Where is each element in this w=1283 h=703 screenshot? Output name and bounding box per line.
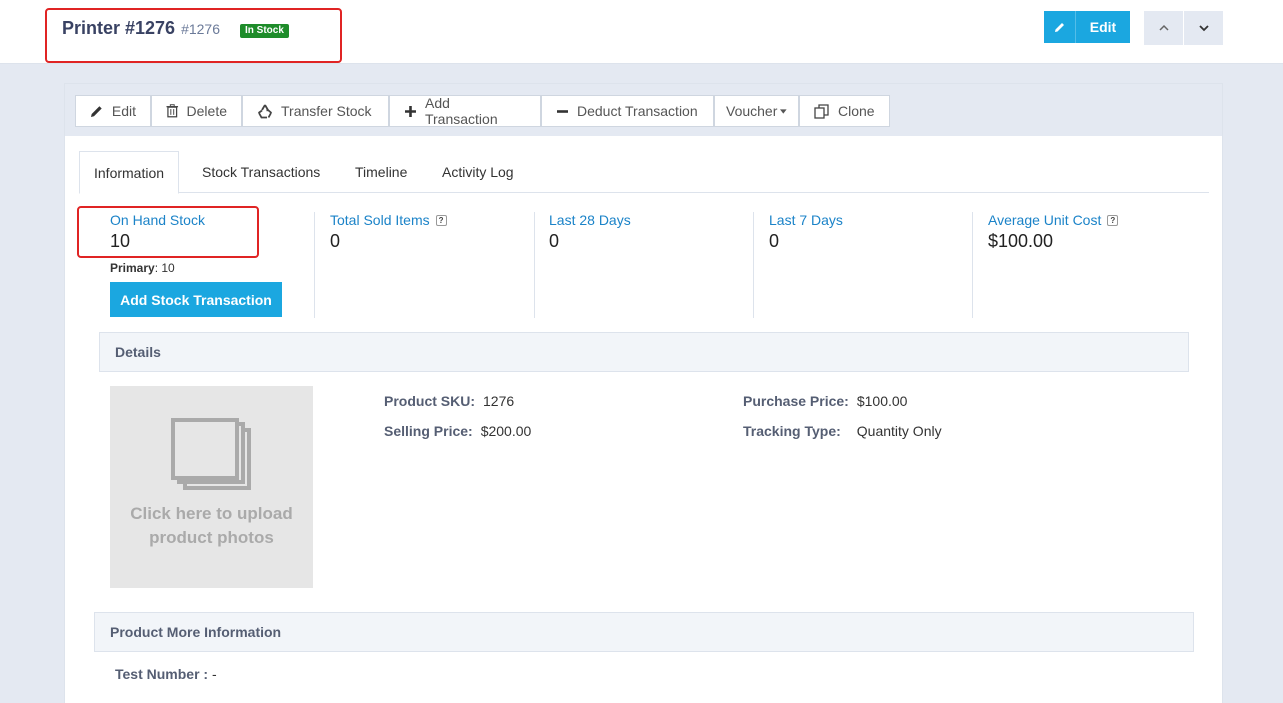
tracking-type-field: Tracking Type: Quantity Only (743, 423, 942, 439)
voucher-label: Voucher (726, 103, 778, 119)
add-transaction-button[interactable]: Add Transaction (389, 95, 541, 127)
photo-upload-text: Click here to upload product photos (130, 502, 292, 550)
purchase-price-field: Purchase Price: $100.00 (743, 393, 907, 409)
product-id: #1276 (181, 21, 221, 37)
help-icon[interactable]: ? (1107, 214, 1119, 226)
stat-last-7-days: Last 7 Days 0 (769, 212, 843, 252)
purchase-price-label: Purchase Price: (743, 393, 849, 409)
tab-information[interactable]: Information (79, 151, 180, 194)
divider (314, 212, 315, 318)
details-heading: Details (99, 332, 1189, 372)
purchase-price-value: $100.00 (856, 393, 908, 409)
product-sku-label: Product SKU: (384, 393, 475, 409)
transfer-stock-label: Transfer Stock (281, 103, 372, 119)
test-number-value: - (208, 666, 217, 682)
tab-activity-log[interactable]: Activity Log (442, 151, 514, 193)
page-title: Printer #1276 (62, 18, 176, 38)
add-stock-transaction-button[interactable]: Add Stock Transaction (110, 282, 282, 317)
pencil-icon (90, 106, 102, 117)
tab-bar: Information Stock Transactions Timeline … (79, 151, 1209, 194)
tracking-type-label: Tracking Type: (743, 423, 841, 439)
photo-upload-area[interactable]: Click here to upload product photos (110, 386, 313, 588)
trash-icon (166, 104, 179, 118)
stat-label[interactable]: Last 28 Days (549, 212, 631, 228)
previous-record-button[interactable] (1144, 11, 1183, 45)
tab-timeline-label: Timeline (355, 164, 408, 180)
plus-icon (404, 105, 416, 117)
page-header: Printer #1276 #1276 In Stock Edit (0, 0, 1283, 64)
stat-label[interactable]: Average Unit Cost? (988, 212, 1119, 228)
test-number-label: Test Number : (115, 666, 209, 682)
pencil-icon (1044, 11, 1076, 43)
main-panel: Edit Delete Transfer Stock Add Transacti… (64, 83, 1223, 703)
delete-label: Delete (186, 103, 227, 119)
help-icon[interactable]: ? (435, 214, 447, 226)
status-badge: In Stock (240, 24, 289, 38)
tab-stock-transactions-label: Stock Transactions (202, 164, 321, 180)
stat-label-text: Last 7 Days (769, 212, 843, 228)
primary-stock: Primary: 10 (110, 261, 175, 275)
stat-value: 0 (330, 231, 341, 251)
tab-stock-transactions[interactable]: Stock Transactions (202, 151, 320, 193)
stat-label-text: Average Unit Cost (988, 212, 1102, 228)
deduct-transaction-button[interactable]: Deduct Transaction (541, 95, 714, 127)
clone-icon (814, 103, 829, 119)
stat-label-text: On Hand Stock (110, 212, 205, 228)
images-icon (170, 418, 251, 490)
stat-value: 0 (769, 231, 780, 251)
photo-upload-line-1: Click here to upload (130, 504, 293, 523)
next-record-button[interactable] (1184, 11, 1223, 45)
edit-button[interactable]: Edit (75, 95, 151, 127)
title-wrap: Printer #1276 #1276 (62, 18, 220, 39)
selling-price-label: Selling Price: (384, 423, 473, 439)
stat-value: 0 (549, 231, 560, 251)
tracking-type-value: Quantity Only (856, 423, 942, 439)
header-edit-label: Edit (1089, 19, 1117, 35)
photo-upload-line-2: product photos (149, 528, 274, 547)
divider (972, 212, 973, 318)
stat-last-28-days: Last 28 Days 0 (549, 212, 631, 252)
stat-label[interactable]: On Hand Stock (110, 212, 205, 228)
minus-icon (557, 109, 568, 113)
transfer-stock-button[interactable]: Transfer Stock (242, 95, 389, 127)
chevron-up-icon (1158, 24, 1169, 31)
selling-price-value: $200.00 (480, 423, 532, 439)
stat-average-unit-cost: Average Unit Cost? $100.00 (988, 212, 1119, 252)
divider (534, 212, 535, 318)
stat-label-text: Total Sold Items (330, 212, 430, 228)
primary-value: : 10 (154, 261, 175, 275)
stat-label[interactable]: Last 7 Days (769, 212, 843, 228)
more-info-heading: Product More Information (94, 612, 1194, 652)
test-number-field: Test Number : - (115, 666, 217, 682)
chevron-down-icon (1198, 25, 1209, 32)
product-sku-field: Product SKU: 1276 (384, 393, 514, 409)
divider (753, 212, 754, 318)
product-sku-value: 1276 (483, 393, 515, 409)
tab-timeline[interactable]: Timeline (355, 151, 407, 193)
stat-value: $100.00 (988, 231, 1054, 251)
recycle-icon (257, 104, 273, 118)
delete-button[interactable]: Delete (151, 95, 242, 127)
stat-value: 10 (110, 231, 131, 251)
voucher-dropdown[interactable]: Voucher (714, 95, 799, 127)
stat-total-sold-items: Total Sold Items? 0 (330, 212, 447, 252)
deduct-transaction-label: Deduct Transaction (577, 103, 698, 119)
stat-label[interactable]: Total Sold Items? (330, 212, 447, 228)
stat-label-text: Last 28 Days (549, 212, 631, 228)
clone-button[interactable]: Clone (799, 95, 890, 127)
clone-label: Clone (838, 103, 875, 119)
stat-on-hand-stock: On Hand Stock 10 (110, 212, 205, 252)
edit-label: Edit (111, 103, 136, 119)
selling-price-field: Selling Price: $200.00 (384, 423, 531, 439)
caret-down-icon (780, 108, 787, 114)
primary-label: Primary (110, 261, 155, 275)
add-transaction-label: Add Transaction (424, 95, 498, 127)
header-edit-button[interactable]: Edit (1044, 11, 1130, 43)
tab-information-label: Information (94, 164, 165, 181)
tab-activity-log-label: Activity Log (442, 164, 514, 180)
